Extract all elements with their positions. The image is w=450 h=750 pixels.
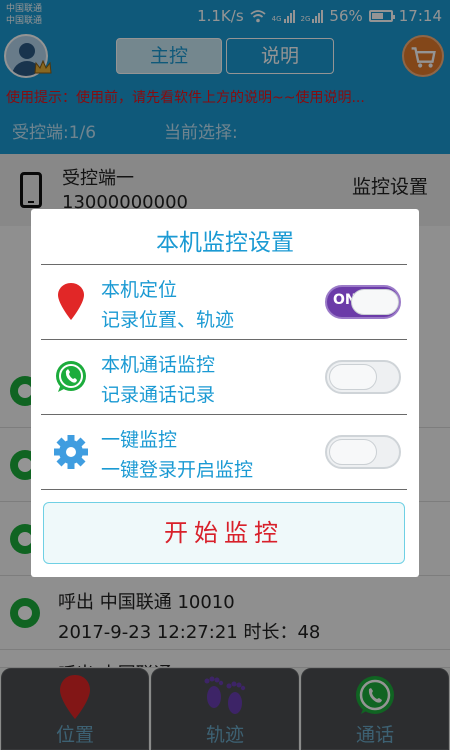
phone-call-icon: [56, 361, 86, 392]
toggle-knob: [329, 364, 377, 390]
divider: [41, 489, 407, 490]
option-call-title: 本机通话监控: [101, 354, 216, 376]
dialog-title: 本机监控设置: [156, 230, 294, 256]
option-call-desc: 记录通话记录: [101, 384, 216, 406]
option-onekey-title: 一键监控: [101, 429, 178, 451]
toggle-knob: [351, 289, 399, 315]
option-call-monitor: 本机通话监控 记录通话记录: [31, 340, 419, 414]
gear-icon: [54, 435, 88, 469]
option-location-title: 本机定位: [101, 279, 178, 301]
monitor-settings-dialog: 本机监控设置 本机定位 记录位置、轨迹 ON 本机通话监控 记录通话记录 一键监…: [31, 209, 419, 577]
toggle-knob: [329, 439, 377, 465]
call-monitor-toggle[interactable]: [325, 360, 401, 394]
location-toggle[interactable]: ON: [325, 285, 401, 319]
option-onekey-desc: 一键登录开启监控: [101, 459, 254, 481]
option-one-key: 一键监控 一键登录开启监控: [31, 415, 419, 489]
one-key-toggle[interactable]: [325, 435, 401, 469]
option-location: 本机定位 记录位置、轨迹 ON: [31, 265, 419, 339]
location-pin-icon: [58, 283, 84, 320]
option-location-desc: 记录位置、轨迹: [101, 309, 235, 331]
start-monitor-button[interactable]: 开始监控: [43, 502, 405, 564]
